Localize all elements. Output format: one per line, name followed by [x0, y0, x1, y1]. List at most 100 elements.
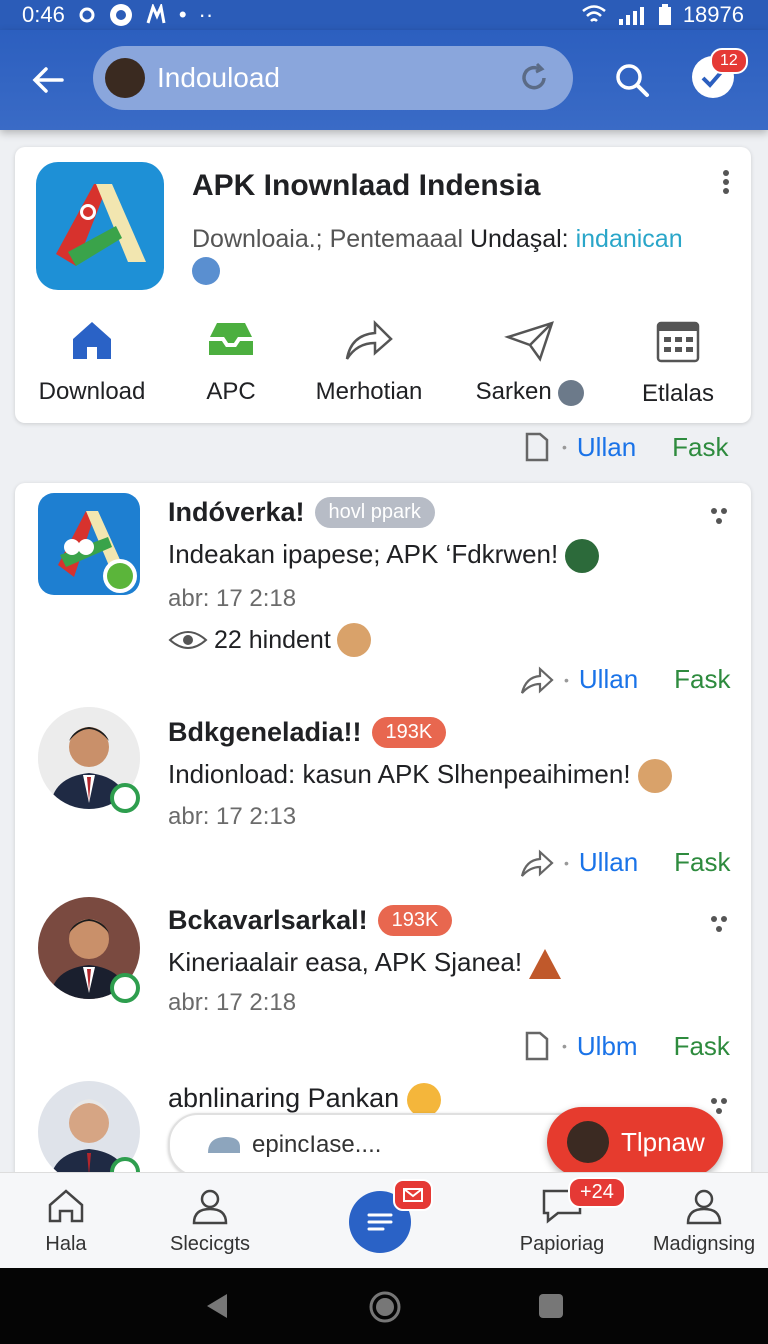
post-time: abr: 17 2:13 — [168, 803, 297, 830]
search-input[interactable]: Indouload — [157, 62, 517, 94]
b-icon — [107, 563, 133, 589]
action-label: APC — [206, 378, 256, 405]
post-author: Bdkgeneladia!! 193K — [168, 717, 447, 748]
messages-badge: +24 — [568, 1177, 626, 1208]
fask-link[interactable]: Fask — [672, 432, 728, 463]
share-icon[interactable] — [520, 665, 554, 695]
nav-profile[interactable]: Madignsing — [644, 1187, 764, 1256]
new-post-fab[interactable]: Tlpnaw — [547, 1107, 723, 1177]
status-bar: 0:46 • ·· 18976 — [0, 0, 768, 30]
post-badge: 193K — [371, 717, 447, 748]
share-icon[interactable] — [520, 848, 554, 878]
ullan-link[interactable]: Ullan — [579, 664, 638, 695]
search-avatar — [105, 58, 145, 98]
author-name[interactable]: Bckavarlsarkal! — [168, 905, 368, 936]
developer-avatar — [192, 257, 220, 285]
online-status — [110, 783, 140, 813]
notification-badge: 12 — [710, 48, 748, 74]
post-more-icon[interactable] — [707, 911, 733, 937]
post-badge: 193K — [377, 905, 453, 936]
dot-icon: • — [178, 2, 187, 27]
fask-link[interactable]: Fask — [674, 1031, 730, 1062]
smile-emoji-icon — [637, 759, 672, 794]
system-navigation-bar — [0, 1268, 768, 1344]
feed-card: Indóverka! hovl ppark Indeakan ipapese; … — [15, 483, 751, 1183]
bookmark-icon[interactable] — [522, 1029, 552, 1063]
nav-selections[interactable]: Slecicgts — [150, 1187, 270, 1256]
author-name[interactable]: abnlinaring Pankan — [168, 1083, 399, 1113]
app-title: APK Inownlaad Indensia — [192, 169, 541, 202]
post-reach: 22 hindent — [168, 623, 371, 657]
back-arrow-icon[interactable] — [28, 60, 68, 100]
action-sarken[interactable]: Sarken — [460, 317, 600, 406]
fask-link[interactable]: Fask — [674, 664, 730, 695]
action-label: Merhotian — [315, 378, 423, 405]
card-actions: • Ullan Fask — [522, 430, 729, 464]
post-more-icon[interactable] — [707, 503, 733, 529]
fab-avatar — [567, 1121, 609, 1163]
inbox-icon — [209, 323, 253, 355]
action-etlalas[interactable]: Etlalas — [608, 317, 748, 408]
comment-composer[interactable]: epincIase.... — [168, 1113, 592, 1177]
separator-dot: • — [564, 671, 569, 688]
app-bar: Indouload 12 — [0, 30, 768, 130]
post-author: abnlinaring Pankan — [168, 1083, 441, 1117]
ullan-link[interactable]: Ullan — [577, 432, 636, 463]
fask-link[interactable]: Fask — [674, 847, 730, 878]
subtitle-text: Downloaia.; Pentemaaal — [192, 225, 463, 253]
profile-icon — [686, 1189, 722, 1225]
fab-label: Tlpnaw — [621, 1126, 705, 1157]
action-download[interactable]: Download — [22, 317, 162, 406]
subtitle-link[interactable]: indanican — [576, 225, 683, 253]
reach-count: 22 hindent — [214, 625, 331, 654]
more-notifications-icon: ·· — [198, 2, 214, 27]
bottom-navigation: Hala Slecicgts Papioriag +24 Madignsing — [0, 1172, 768, 1269]
angry-emoji-icon — [406, 1083, 441, 1117]
home-circle-icon[interactable] — [368, 1290, 402, 1324]
emoji-icon — [565, 539, 600, 574]
nav-label: Madignsing — [652, 1233, 756, 1255]
sticker-icon[interactable] — [204, 1133, 244, 1157]
post-time: abr: 17 2:18 — [168, 585, 297, 612]
back-triangle-icon[interactable] — [203, 1292, 231, 1320]
battery-icon — [658, 4, 671, 25]
profile-icon — [192, 1189, 228, 1225]
search-icon[interactable] — [612, 60, 652, 100]
post-badge: hovl ppark — [314, 497, 435, 528]
battery-text: 18976 — [682, 2, 744, 27]
eye-icon — [168, 631, 208, 649]
action-apc[interactable]: APC — [161, 317, 301, 406]
mail-icon — [403, 1188, 423, 1202]
nav-label: Papioriag — [519, 1233, 605, 1255]
app-notification-icon-2 — [146, 4, 166, 24]
subtitle-bold: Undaşal: — [469, 225, 569, 253]
separator-dot: • — [562, 439, 567, 455]
contact-avatar — [558, 379, 585, 406]
ullan-link[interactable]: Ulbm — [577, 1031, 638, 1062]
signal-icon — [618, 7, 644, 25]
nav-label: Hala — [45, 1233, 87, 1255]
menu-icon — [367, 1213, 393, 1231]
post-actions: • Ulbm Fask — [522, 1029, 730, 1063]
action-merhotian[interactable]: Merhotian — [299, 317, 439, 406]
recents-square-icon[interactable] — [537, 1292, 565, 1320]
bookmark-icon[interactable] — [522, 430, 552, 464]
post-actions: • Ullan Fask — [520, 847, 731, 878]
author-name[interactable]: Bdkgeneladia!! — [168, 717, 362, 748]
nav-home[interactable]: Hala — [6, 1187, 126, 1256]
wifi-icon — [582, 5, 606, 22]
more-options-icon[interactable] — [713, 169, 739, 195]
post-text: Indeakan ipapese; APK ‘Fdkrwen! — [168, 539, 600, 574]
search-bar[interactable]: Indouload — [93, 46, 573, 110]
home-outline-icon — [48, 1189, 84, 1223]
author-name[interactable]: Indóverka! — [168, 497, 305, 528]
refresh-icon[interactable] — [517, 61, 551, 95]
ullan-link[interactable]: Ullan — [579, 847, 638, 878]
send-icon — [504, 321, 554, 362]
action-label: Download — [38, 378, 146, 405]
calendar-icon — [656, 321, 700, 363]
action-label: Sarken — [460, 378, 600, 406]
party-emoji-icon — [529, 949, 562, 980]
post-text: Indionload: kasun APK Slhenpeaihimen! — [168, 759, 672, 794]
separator-dot: • — [564, 854, 569, 871]
